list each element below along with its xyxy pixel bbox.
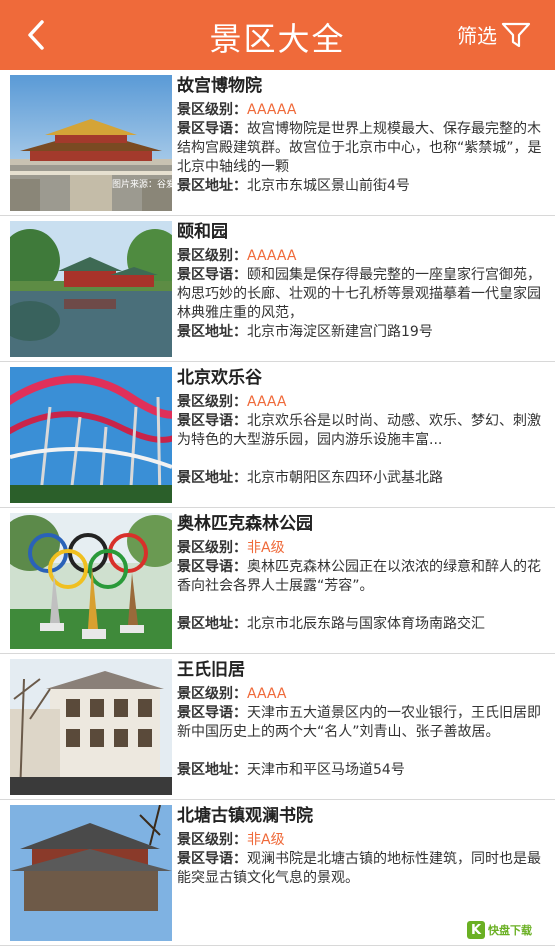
level-label: 景区级别： bbox=[177, 686, 247, 702]
filter-label: 筛选 bbox=[457, 24, 497, 48]
list-item[interactable]: 颐和园 景区级别：AAAAA 景区导语：颐和园集是保存得最完整的一座皇家行宫御苑… bbox=[0, 216, 555, 362]
list-item[interactable]: 图片来源：谷爱凌助 故宫博物院 景区级别：AAAAA 景区导语：故宫博物院是世界… bbox=[0, 70, 555, 216]
scenic-spot-list: 图片来源：谷爱凌助 故宫博物院 景区级别：AAAAA 景区导语：故宫博物院是世界… bbox=[0, 70, 555, 946]
level-label: 景区级别： bbox=[177, 394, 247, 410]
spot-thumbnail-guanlan-academy bbox=[10, 805, 172, 941]
address-text: 北京市海淀区新建宫门路19号 bbox=[247, 324, 433, 340]
address-text: 北京市朝阳区东四环小武基北路 bbox=[247, 470, 443, 486]
funnel-icon bbox=[501, 22, 531, 47]
level-value: AAAA bbox=[247, 394, 287, 410]
spot-thumbnail-wang-residence bbox=[10, 659, 172, 795]
guide-label: 景区导语： bbox=[177, 559, 247, 575]
level-label: 景区级别： bbox=[177, 248, 247, 264]
address-text: 北京市东城区景山前街4号 bbox=[247, 178, 410, 194]
level-value: AAAA bbox=[247, 686, 287, 702]
list-item[interactable]: 北塘古镇观澜书院 景区级别：非A级 景区导语：观澜书院是北塘古镇的地标性建筑，同… bbox=[0, 800, 555, 946]
address-text: 天津市和平区马场道54号 bbox=[247, 762, 405, 778]
address-text: 北京市北辰东路与国家体育场南路交汇 bbox=[247, 616, 485, 632]
address-label: 景区地址： bbox=[177, 178, 247, 194]
guide-label: 景区导语： bbox=[177, 851, 247, 867]
spot-thumbnail-happy-valley bbox=[10, 367, 172, 503]
level-value: AAAAA bbox=[247, 248, 297, 264]
spot-thumbnail-summer-palace bbox=[10, 221, 172, 357]
list-item[interactable]: 王氏旧居 景区级别：AAAA 景区导语：天津市五大道景区内的一农业银行，王氏旧居… bbox=[0, 654, 555, 800]
address-label: 景区地址： bbox=[177, 324, 247, 340]
image-caption: 图片来源：谷爱凌助 bbox=[112, 180, 172, 190]
list-item[interactable]: 北京欢乐谷 景区级别：AAAA 景区导语：北京欢乐谷是以时尚、动感、欢乐、梦幻、… bbox=[0, 362, 555, 508]
spot-name: 奥林匹克森林公园 bbox=[177, 514, 313, 534]
level-value: 非A级 bbox=[247, 832, 285, 848]
list-item[interactable]: 奥林匹克森林公园 景区级别：非A级 景区导语：奥林匹克森林公园正在以浓浓的绿意和… bbox=[0, 508, 555, 654]
download-site-icon: K bbox=[467, 921, 485, 939]
spot-name: 北塘古镇观澜书院 bbox=[177, 806, 313, 826]
spot-thumbnail-olympic-park bbox=[10, 513, 172, 649]
guide-label: 景区导语： bbox=[177, 267, 247, 283]
level-value: AAAAA bbox=[247, 102, 297, 118]
address-label: 景区地址： bbox=[177, 616, 247, 632]
app-header: 景区大全 筛选 bbox=[0, 0, 555, 70]
watermark-logo: K 快盘下载 bbox=[463, 917, 551, 943]
level-label: 景区级别： bbox=[177, 102, 247, 118]
spot-name: 北京欢乐谷 bbox=[177, 368, 262, 388]
level-label: 景区级别： bbox=[177, 832, 247, 848]
guide-label: 景区导语： bbox=[177, 121, 247, 137]
spot-thumbnail-palace: 图片来源：谷爱凌助 bbox=[10, 75, 172, 211]
level-label: 景区级别： bbox=[177, 540, 247, 556]
filter-button[interactable]: 筛选 bbox=[457, 20, 531, 49]
spot-name: 王氏旧居 bbox=[177, 660, 245, 680]
spot-name: 颐和园 bbox=[177, 222, 228, 242]
level-value: 非A级 bbox=[247, 540, 285, 556]
watermark-text: 快盘下载 bbox=[488, 924, 532, 937]
guide-label: 景区导语： bbox=[177, 705, 247, 721]
guide-label: 景区导语： bbox=[177, 413, 247, 429]
address-label: 景区地址： bbox=[177, 470, 247, 486]
address-label: 景区地址： bbox=[177, 762, 247, 778]
spot-name: 故宫博物院 bbox=[177, 76, 262, 96]
